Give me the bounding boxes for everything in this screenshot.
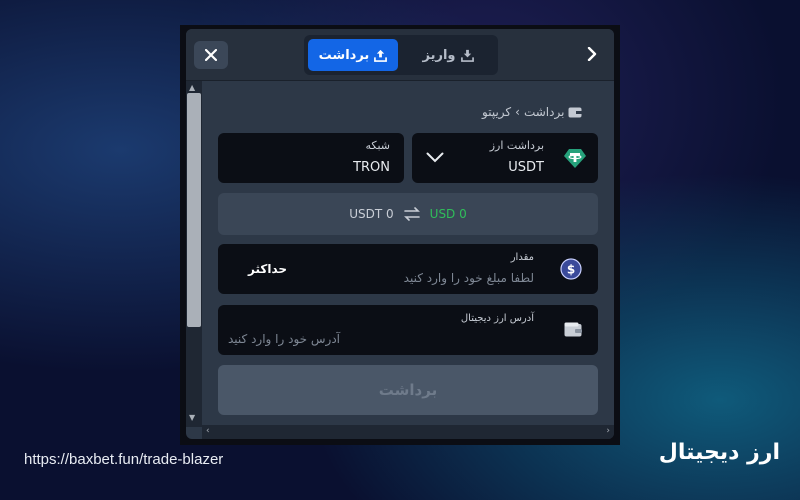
balance-crypto: USDT 0 [349, 207, 394, 221]
tab-withdraw-label: برداشت [318, 47, 370, 63]
withdraw-submit-button[interactable]: برداشت [218, 365, 598, 415]
balance-usd: USD 0 [429, 207, 467, 221]
breadcrumb-separator: › [515, 105, 520, 119]
scroll-thumb[interactable] [187, 93, 201, 327]
tab-withdraw[interactable]: برداشت [308, 39, 398, 71]
chevron-down-icon [426, 152, 444, 163]
amount-field[interactable]: $ مقدار لطفا مبلغ خود را وارد کنید حداکث… [218, 244, 598, 294]
caption-title: ارز دیجیتال [658, 440, 780, 465]
scroll-up-arrow-icon[interactable]: ▲ [189, 83, 195, 92]
vertical-scrollbar[interactable]: ▲ ▼ [186, 81, 202, 427]
network-label: شبکه [365, 139, 390, 152]
address-input[interactable]: آدرس خود را وارد کنید [228, 332, 340, 346]
withdraw-modal: برداشت واریز ▲ ▼ برداشت › کریپتو برداشت … [186, 29, 614, 439]
balance-display: USDT 0 USD 0 [218, 193, 598, 235]
modal-header: برداشت واریز [186, 29, 614, 81]
upload-icon [374, 49, 388, 62]
wallet-icon [568, 107, 583, 117]
currency-select[interactable]: برداشت ارز USDT [412, 133, 598, 183]
close-button[interactable] [194, 41, 228, 69]
swap-arrows-icon [403, 207, 420, 221]
wallet-card-icon [564, 322, 582, 337]
amount-input[interactable]: لطفا مبلغ خود را وارد کنید [404, 271, 534, 285]
caption-url: https://baxbet.fun/trade-blazer [24, 451, 224, 468]
max-button[interactable]: حداکثر [248, 262, 287, 276]
svg-text:$: $ [567, 263, 575, 277]
tab-deposit-label: واریز [422, 47, 456, 63]
back-button[interactable] [582, 44, 602, 64]
network-select[interactable]: شبکه TRON [218, 133, 404, 183]
currency-value: USDT [508, 160, 544, 175]
breadcrumb: برداشت › کریپتو [482, 103, 600, 121]
breadcrumb-root[interactable]: برداشت [524, 105, 564, 119]
download-icon [460, 49, 474, 62]
network-value: TRON [353, 160, 390, 175]
tether-icon [564, 149, 586, 168]
dollar-coin-icon: $ [560, 258, 582, 280]
scroll-right-arrow-icon[interactable]: › [606, 426, 610, 436]
address-field[interactable]: آدرس ارز دیجیتال آدرس خود را وارد کنید [218, 305, 598, 355]
chevron-right-icon [587, 47, 597, 61]
tab-switcher: برداشت واریز [304, 35, 498, 75]
breadcrumb-current: کریپتو [482, 105, 512, 119]
tab-deposit[interactable]: واریز [402, 39, 494, 71]
scroll-down-arrow-icon[interactable]: ▼ [189, 413, 195, 422]
close-icon [205, 49, 217, 61]
scroll-left-arrow-icon[interactable]: ‹ [206, 426, 210, 436]
horizontal-scrollbar[interactable]: ‹ › [202, 425, 614, 439]
address-label: آدرس ارز دیجیتال [460, 313, 534, 324]
amount-label: مقدار [510, 252, 534, 263]
currency-label: برداشت ارز [489, 139, 544, 152]
